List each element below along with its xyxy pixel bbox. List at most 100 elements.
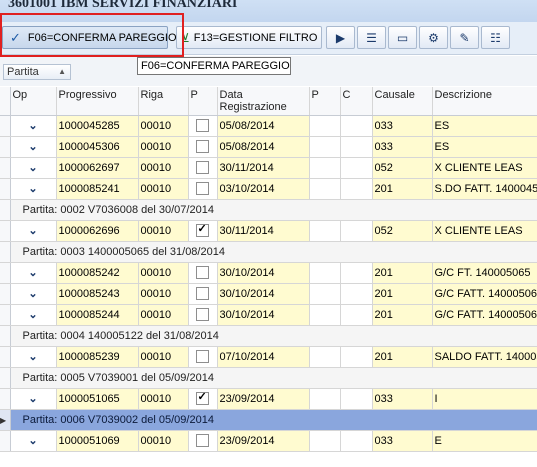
row-indicator (0, 325, 11, 347)
play-button[interactable]: ▶ (326, 26, 355, 49)
cell-causale: 201 (372, 304, 433, 326)
col-p2[interactable]: P (309, 87, 341, 116)
table-row[interactable]: ⌄ 1000062697 00010 30/11/2014 052 X CLIENTE L… (0, 157, 537, 179)
play-icon: ▶ (335, 30, 346, 45)
export-button[interactable]: ☷ (481, 26, 510, 49)
cell-p (188, 346, 218, 368)
cell-data: 03/10/2014 (217, 178, 310, 200)
expand-chevron-icon[interactable]: ⌄ (10, 346, 57, 368)
expand-chevron-icon[interactable]: ⌄ (10, 388, 57, 410)
cell-riga: 00010 (138, 346, 189, 368)
pareggio-checkbox[interactable] (195, 350, 209, 363)
cell-c (340, 262, 373, 284)
cell-data: 30/10/2014 (217, 304, 310, 326)
pareggio-checkbox[interactable] (195, 119, 209, 132)
expand-chevron-icon[interactable]: ⌄ (10, 115, 57, 137)
cell-p2 (309, 136, 341, 158)
table-row[interactable]: ⌄ 1000085241 00010 03/10/2014 201 S.DO FATT. … (0, 178, 537, 200)
cell-progressivo: 1000051065 (56, 388, 139, 410)
group-row[interactable]: ▶ Partita: 0006 V7039002 del 05/09/2014 (0, 409, 537, 431)
pareggio-checkbox[interactable] (195, 266, 209, 279)
cell-riga: 00010 (138, 220, 189, 242)
col-c[interactable]: C (340, 87, 373, 116)
expand-chevron-icon[interactable]: ⌄ (10, 430, 57, 452)
expand-chevron-icon[interactable]: ⌄ (10, 304, 57, 326)
pareggio-checkbox[interactable] (195, 182, 209, 195)
expand-chevron-icon[interactable]: ⌄ (10, 157, 57, 179)
expand-chevron-icon[interactable]: ⌄ (10, 220, 57, 242)
expand-chevron-icon[interactable]: ⌄ (10, 178, 57, 200)
group-chip-partita[interactable]: Partita ▲ (3, 64, 71, 80)
cell-c (340, 304, 373, 326)
table-row[interactable]: ⌄ 1000045285 00010 05/08/2014 033 ES (0, 115, 537, 137)
cell-progressivo: 1000062696 (56, 220, 139, 242)
cell-descrizione: X CLIENTE LEAS (432, 157, 537, 179)
pareggio-checkbox[interactable] (195, 287, 209, 300)
table-row[interactable]: ⌄100005106500010 23/09/2014 033I (0, 388, 537, 410)
cell-p2 (309, 220, 341, 242)
row-indicator (0, 304, 11, 326)
table-row[interactable]: ⌄ 1000085239 00010 07/10/2014 201 SALDO FATT.… (0, 346, 537, 368)
group-label[interactable]: Partita: 0004 140005122 del 31/08/2014 (10, 325, 537, 347)
cell-data: 30/10/2014 (217, 262, 310, 284)
cell-p2 (309, 388, 341, 410)
pareggio-checkbox[interactable] (195, 140, 209, 153)
tooltip: F06=CONFERMA PAREGGIO (137, 57, 291, 75)
col-p[interactable]: P (188, 87, 218, 116)
magic-button[interactable]: ✎ (450, 26, 479, 49)
group-label[interactable]: Partita: 0003 1400005065 del 31/08/2014 (10, 241, 537, 263)
cell-c (340, 346, 373, 368)
cell-data: 05/08/2014 (217, 136, 310, 158)
group-row[interactable]: Partita: 0003 1400005065 del 31/08/2014 (0, 241, 537, 263)
cell-descrizione: SALDO FATT. 14000512 (432, 346, 537, 368)
cell-c (340, 283, 373, 305)
col-riga[interactable]: Riga (138, 87, 189, 116)
pareggio-checkbox[interactable] (195, 308, 209, 321)
cell-descrizione: G/C FATT. 140005065 (432, 283, 537, 305)
cell-c (340, 115, 373, 137)
cell-descrizione: ES (432, 136, 537, 158)
table-row[interactable]: ⌄ 1000085243 00010 30/10/2014 201 G/C FATT. 1… (0, 283, 537, 305)
col-data-registrazione[interactable]: Data Registrazione (217, 87, 310, 116)
row-indicator (0, 388, 11, 410)
expand-chevron-icon[interactable]: ⌄ (10, 262, 57, 284)
pareggio-checkbox[interactable] (195, 390, 209, 405)
table-row[interactable]: ⌄ 1000085242 00010 30/10/2014 201 G/C FT. 140… (0, 262, 537, 284)
col-descrizione[interactable]: Descrizione (432, 87, 537, 116)
col-progressivo[interactable]: Progressivo (56, 87, 139, 116)
cell-p (188, 283, 218, 305)
cell-data: 05/08/2014 (217, 115, 310, 137)
row-indicator (0, 346, 11, 368)
expand-chevron-icon[interactable]: ⌄ (10, 136, 57, 158)
cell-data: 23/09/2014 (217, 430, 310, 452)
cell-riga: 00010 (138, 304, 189, 326)
group-label[interactable]: Partita: 0006 V7039002 del 05/09/2014 (10, 409, 537, 431)
group-row[interactable]: Partita: 0002 V7036008 del 30/07/2014 (0, 199, 537, 221)
cell-causale: 052 (372, 220, 433, 242)
cell-p2 (309, 283, 341, 305)
col-op[interactable]: Op (10, 87, 57, 116)
pareggio-checkbox[interactable] (195, 222, 209, 237)
col-causale[interactable]: Causale (372, 87, 433, 116)
group-label[interactable]: Partita: 0002 V7036008 del 30/07/2014 (10, 199, 537, 221)
expand-chevron-icon[interactable]: ⌄ (10, 283, 57, 305)
table-row[interactable]: ⌄ 1000045306 00010 05/08/2014 033 ES (0, 136, 537, 158)
collapse-all-button[interactable]: ▭ (388, 26, 417, 49)
table-row[interactable]: ⌄100006269600010 30/11/2014 052X CLIENTE L… (0, 220, 537, 242)
settings-button[interactable]: ⚙ (419, 26, 448, 49)
cell-descrizione: G/C FT. 140005065 (432, 262, 537, 284)
table-row[interactable]: ⌄ 1000051069 00010 23/09/2014 033 E (0, 430, 537, 452)
pareggio-checkbox[interactable] (195, 161, 209, 174)
group-label[interactable]: Partita: 0005 V7039001 del 05/09/2014 (10, 367, 537, 389)
pareggio-checkbox[interactable] (195, 434, 209, 447)
expand-all-button[interactable]: ☰ (357, 26, 386, 49)
table-row[interactable]: ⌄ 1000085244 00010 30/10/2014 201 G/C FATT. 1… (0, 304, 537, 326)
group-row[interactable]: Partita: 0004 140005122 del 31/08/2014 (0, 325, 537, 347)
magic-wand-icon: ✎ (459, 30, 470, 45)
cell-riga: 00010 (138, 388, 189, 410)
cell-progressivo: 1000085239 (56, 346, 139, 368)
cell-riga: 00010 (138, 157, 189, 179)
cell-p2 (309, 430, 341, 452)
gestione-filtro-button[interactable]: ⊻ F13=GESTIONE FILTRO (176, 26, 322, 49)
group-row[interactable]: Partita: 0005 V7039001 del 05/09/2014 (0, 367, 537, 389)
